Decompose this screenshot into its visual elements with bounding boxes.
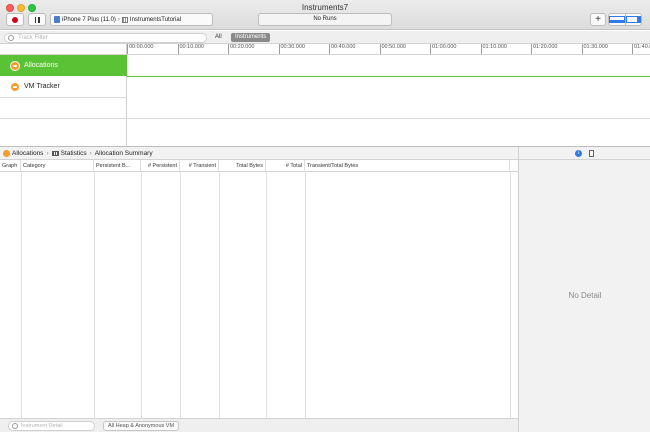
document-icon[interactable]: [589, 149, 594, 157]
timeline-tick: 00:00.000: [127, 44, 153, 54]
track-label: VM Tracker: [24, 83, 60, 90]
chevron-right-icon: ›: [89, 149, 92, 157]
plus-icon: +: [595, 14, 601, 25]
timeline-tick: 01:00.000: [430, 44, 456, 54]
track-divider: [0, 118, 650, 119]
app-target-icon: [121, 16, 128, 23]
chevron-right-icon: ›: [46, 149, 49, 157]
track-filter-input[interactable]: Track Filter: [4, 33, 207, 43]
column-header-transient-total-bytes[interactable]: Transient/Total Bytes: [305, 160, 510, 172]
record-icon: [12, 16, 18, 23]
column-header-total-bytes[interactable]: Total Bytes: [219, 160, 266, 172]
filter-icon: [8, 35, 14, 41]
column-header-persistent[interactable]: # Persistent: [141, 160, 180, 172]
allocations-icon: [10, 60, 20, 71]
track-allocations[interactable]: Allocations: [0, 55, 127, 76]
allocations-graph-line: [127, 76, 650, 77]
right-panel-icon: [625, 16, 641, 23]
info-icon[interactable]: i: [575, 149, 582, 157]
breadcrumb-detail[interactable]: Allocation Summary: [95, 150, 153, 157]
table-header: Graph Category Persistent B... # Persist…: [0, 160, 518, 172]
pause-button[interactable]: [28, 13, 46, 26]
title-bar: Instruments7 iPhone 7 Plus (11.0) › Inst…: [0, 0, 650, 30]
track-filter-bar: Track Filter All Instruments: [0, 31, 650, 44]
scope-all-button[interactable]: All: [215, 34, 222, 40]
timeline-tick: 00:20.000: [228, 44, 254, 54]
filter-icon: [12, 423, 18, 429]
detail-filter-bar: Instrument Detail All Heap & Anonymous V…: [0, 418, 518, 432]
timeline-tick: 00:50.000: [379, 44, 406, 54]
record-button[interactable]: [6, 13, 24, 26]
view-toggle-group: [608, 13, 642, 26]
chevron-right-icon: ›: [117, 16, 120, 23]
timeline-tick: 01:10.000: [480, 44, 507, 54]
vm-tracker-icon: [10, 81, 20, 92]
timeline-graph-area[interactable]: [0, 55, 650, 146]
breadcrumb-view[interactable]: Statistics: [61, 150, 87, 157]
iphone-icon: [54, 16, 60, 23]
bottom-panel-icon: [609, 16, 625, 23]
breadcrumb-instrument[interactable]: Allocations: [12, 150, 43, 157]
toggle-inspector-button[interactable]: [624, 14, 641, 25]
timeline-tick: 00:10.000: [177, 44, 204, 54]
track-filter-placeholder: Track Filter: [18, 35, 48, 41]
column-header-transient[interactable]: # Transient: [180, 160, 219, 172]
timeline-tick: 00:40.000: [329, 44, 355, 54]
heap-filter-button[interactable]: All Heap & Anonymous VM: [103, 421, 180, 431]
timeline-tick: 00:30.000: [278, 44, 305, 54]
allocation-summary-table: Graph Category Persistent B... # Persist…: [0, 160, 518, 418]
timeline-tick: 01:20.000: [531, 44, 557, 54]
run-selector[interactable]: No Runs: [258, 13, 392, 26]
target-selector[interactable]: iPhone 7 Plus (11.0) › InstrumentsTutori…: [50, 13, 213, 26]
allocations-icon: [3, 149, 10, 157]
toggle-detail-area-button[interactable]: [609, 14, 625, 25]
inspector-pane: No Detail: [518, 160, 650, 432]
no-detail-label: No Detail: [568, 291, 602, 300]
device-label: iPhone 7 Plus (11.0): [62, 16, 116, 23]
timeline-ruler[interactable]: 00:00.000 00:10.000 00:20.000 00:30.000 00:4…: [127, 44, 650, 55]
track-label: Allocations: [24, 62, 58, 69]
column-header-graph[interactable]: Graph: [0, 160, 21, 172]
instrument-detail-placeholder: Instrument Detail: [21, 423, 63, 429]
add-instrument-button[interactable]: +: [590, 13, 606, 26]
instrument-detail-input[interactable]: Instrument Detail: [8, 421, 95, 431]
timeline-tick: 01:30.000: [581, 44, 608, 54]
breadcrumb: Allocations › Statistics › Allocation Su…: [0, 147, 518, 160]
scope-instruments-button[interactable]: Instruments: [231, 33, 271, 42]
pause-icon: [34, 16, 36, 23]
timeline-tick: 01:40.000: [632, 44, 650, 54]
inspector-header: i: [518, 147, 650, 160]
track-vm-tracker[interactable]: VM Tracker: [0, 76, 127, 98]
instrument-track-list: Allocations VM Tracker: [0, 44, 127, 146]
target-label: InstrumentsTutorial: [129, 16, 182, 23]
column-header-category[interactable]: Category: [21, 160, 94, 172]
column-header-persistent-bytes[interactable]: Persistent B...: [94, 160, 141, 172]
window-title: Instruments7: [301, 3, 349, 12]
column-header-total[interactable]: # Total: [266, 160, 305, 172]
statistics-icon: [51, 150, 59, 156]
